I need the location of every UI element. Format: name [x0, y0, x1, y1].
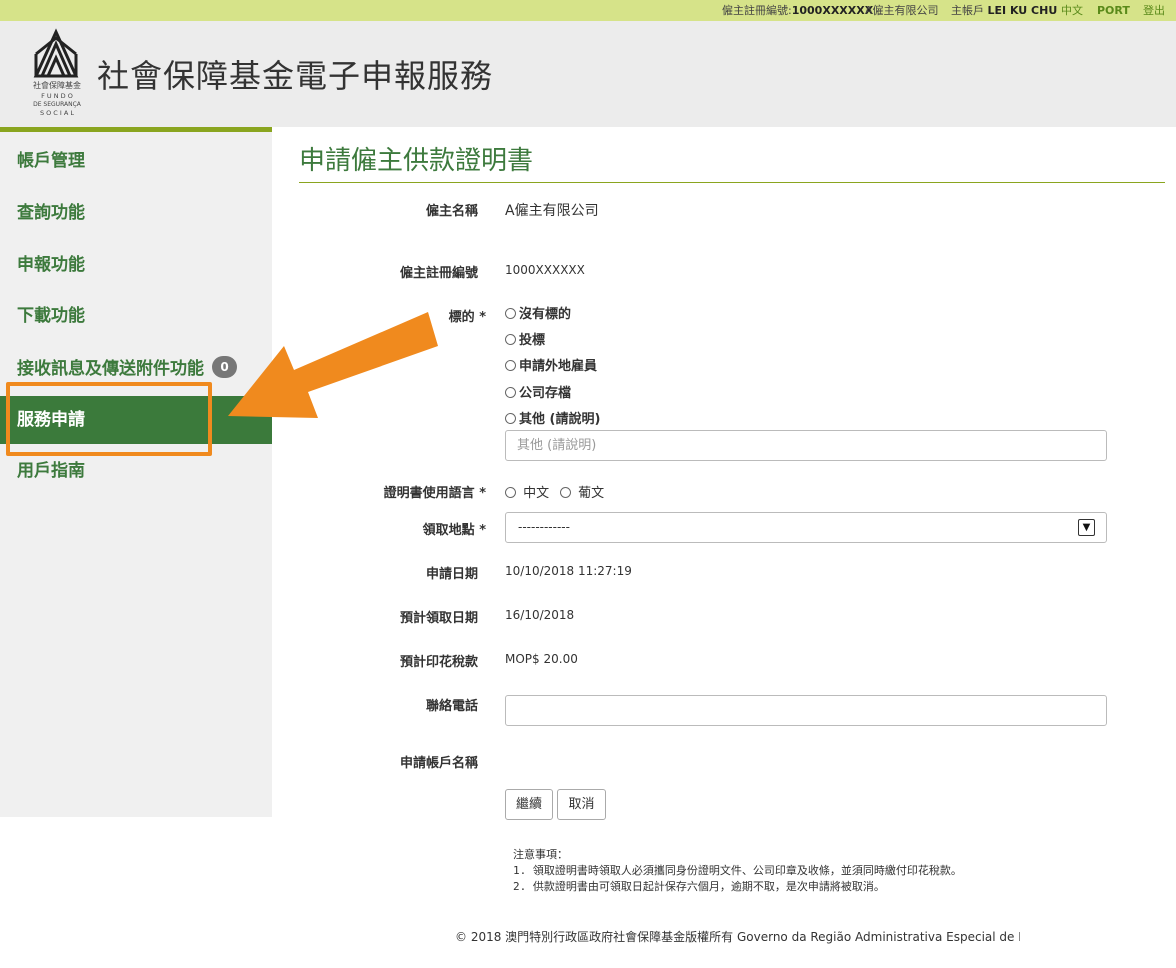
- logo-text-2: DE SEGURANÇA: [33, 101, 82, 108]
- stamp-duty-label: 預計印花稅款: [399, 655, 478, 670]
- footer-copyright: © 2018 澳門特別行政區政府社會保障基金版權所有 Governo da Re…: [455, 930, 1020, 944]
- notes-section: 注意事項： 1. 領取證明書時領取人必須攜同身份證明文件、公司印章及收條，並須同…: [513, 847, 962, 895]
- sidebar-item-inquiry[interactable]: 查詢功能: [0, 189, 272, 237]
- main-account-value: LEI KU CHU: [987, 4, 1058, 17]
- site-title: 社會保障基金電子申報服務: [97, 57, 494, 95]
- purpose-option-tender[interactable]: 投標: [505, 329, 545, 348]
- employer-name-label: 僱主名稱: [425, 204, 478, 219]
- fss-logo[interactable]: 社會保障基金 F U N D O DE SEGURANÇA S O C I A …: [22, 28, 94, 120]
- main-account-info: 主帳戶 LEI KU CHU: [951, 0, 1057, 21]
- logo-text-1: F U N D O: [41, 92, 73, 100]
- pickup-selected-value: ------------: [518, 520, 570, 534]
- lang-pt-link[interactable]: PORT: [1097, 0, 1130, 21]
- purpose-option-none[interactable]: 沒有標的: [505, 303, 571, 322]
- sidebar-item-label: 接收訊息及傳送附件功能: [17, 359, 204, 379]
- main-account-label: 主帳戶: [951, 4, 984, 17]
- logo-text-3: S O C I A L: [40, 109, 74, 117]
- radio-icon[interactable]: [505, 387, 516, 398]
- employer-reg-value: 1000XXXXXX: [505, 263, 585, 277]
- employer-name-value: A僱主有限公司: [505, 203, 599, 219]
- employer-reg-label: 僱主註冊編號: [399, 266, 478, 281]
- expected-pickup-value: 16/10/2018: [505, 608, 575, 622]
- pickup-label-text: 領取地點: [422, 523, 475, 538]
- lang-zh-link[interactable]: 中文: [1061, 0, 1083, 21]
- required-mark: *: [479, 486, 486, 501]
- purpose-label-text: 標的: [448, 310, 475, 325]
- language-label-text: 證明書使用語言: [383, 486, 475, 501]
- heading-divider: [299, 182, 1165, 183]
- site-header: 社會保障基金 F U N D O DE SEGURANÇA S O C I A …: [0, 21, 1176, 127]
- certificate-language-label: 證明書使用語言 *: [384, 482, 486, 501]
- notes-item: 1. 領取證明書時領取人必須攜同身份證明文件、公司印章及收條，並須同時繳付印花稅…: [513, 864, 962, 877]
- sidebar-item-label: 查詢功能: [17, 203, 85, 223]
- continue-button[interactable]: 繼續: [505, 789, 553, 820]
- expected-pickup-label: 預計領取日期: [399, 611, 478, 626]
- required-mark: *: [479, 523, 486, 538]
- radio-label: 投標: [519, 333, 546, 348]
- other-purpose-input[interactable]: 其他 (請說明): [505, 430, 1107, 461]
- sidebar-item-label: 下載功能: [17, 306, 85, 326]
- notes-item: 2. 供款證明書由可領取日起計保存六個月，逾期不取，是次申請將被取消。: [513, 880, 885, 893]
- employer-reg-info: 僱主註冊編號:1000XXXXXX: [722, 0, 873, 21]
- radio-label: 公司存檔: [519, 386, 572, 401]
- contact-phone-input[interactable]: [505, 695, 1107, 726]
- radio-label: 沒有標的: [519, 307, 572, 322]
- radio-label: 中文: [523, 486, 550, 501]
- page-title: 申請僱主供款證明書: [299, 146, 534, 176]
- highlight-box: [6, 382, 212, 456]
- sidebar: 帳戶管理 查詢功能 申報功能 下載功能 接收訊息及傳送附件功能 0 服務申請 用戶…: [0, 127, 272, 817]
- cancel-button[interactable]: 取消: [557, 789, 606, 820]
- radio-icon[interactable]: [505, 413, 516, 424]
- radio-label: 申請外地雇員: [519, 359, 598, 374]
- radio-icon[interactable]: [560, 487, 571, 498]
- apply-date-label: 申請日期: [425, 567, 478, 582]
- notes-title: 注意事項：: [513, 848, 568, 861]
- pointer-arrow-icon: [228, 312, 438, 418]
- top-bar: 僱主註冊編號:1000XXXXXX A僱主有限公司 主帳戶 LEI KU CHU…: [0, 0, 1176, 21]
- radio-label: 其他 (請說明): [519, 412, 601, 427]
- pickup-location-select[interactable]: ------------ ▼: [505, 512, 1107, 543]
- sidebar-item-account-management[interactable]: 帳戶管理: [0, 137, 272, 185]
- sidebar-item-declaration[interactable]: 申報功能: [0, 241, 272, 289]
- contact-phone-label: 聯絡電話: [425, 699, 478, 714]
- required-mark: *: [479, 310, 486, 325]
- sidebar-item-label: 帳戶管理: [17, 151, 85, 171]
- radio-icon[interactable]: [505, 308, 516, 319]
- purpose-option-other[interactable]: 其他 (請說明): [505, 408, 600, 427]
- radio-icon[interactable]: [505, 360, 516, 371]
- logout-link[interactable]: 登出: [1143, 0, 1165, 21]
- sidebar-item-label: 用戶指南: [17, 461, 85, 481]
- purpose-label: 標的 *: [449, 306, 486, 325]
- chevron-down-icon[interactable]: ▼: [1078, 519, 1095, 536]
- sidebar-item-label: 申報功能: [17, 255, 85, 275]
- language-option-portuguese[interactable]: 葡文: [560, 482, 604, 501]
- radio-icon[interactable]: [505, 334, 516, 345]
- apply-date-value: 10/10/2018 11:27:19: [505, 564, 632, 578]
- radio-icon[interactable]: [505, 487, 516, 498]
- purpose-option-company-record[interactable]: 公司存檔: [505, 382, 571, 401]
- stamp-duty-value: MOP$ 20.00: [505, 652, 578, 666]
- employer-reg-label: 僱主註冊編號:: [722, 4, 792, 17]
- radio-label: 葡文: [578, 486, 605, 501]
- language-option-chinese[interactable]: 中文: [505, 482, 549, 501]
- purpose-option-foreign-worker[interactable]: 申請外地雇員: [505, 355, 597, 374]
- account-name-label: 申請帳戶名稱: [399, 756, 478, 771]
- employer-reg-value: 1000XXXXXX: [791, 4, 874, 17]
- company-name: A僱主有限公司: [865, 4, 939, 17]
- logo-text-zh: 社會保障基金: [33, 80, 81, 90]
- pickup-location-label: 領取地點 *: [423, 519, 486, 538]
